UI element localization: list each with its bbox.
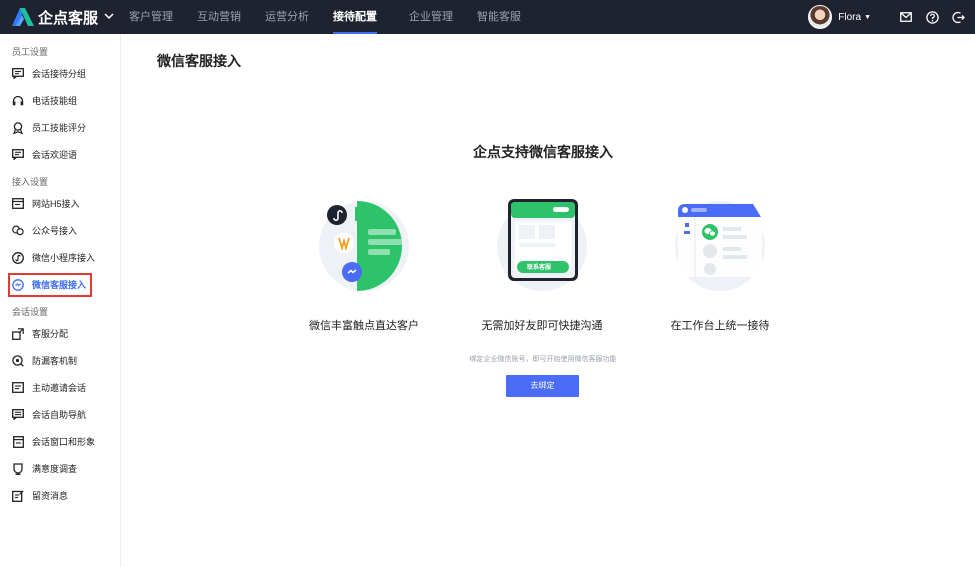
logout-icon[interactable] [951, 10, 965, 24]
assign-icon [12, 327, 24, 340]
feature-label: 在工作台上统一接待 [670, 320, 770, 332]
chat-list-icon [12, 68, 24, 80]
sidebar-item-label: 电话技能组 [32, 96, 78, 106]
bind-hint: 绑定企业微信账号，即可开始使用微信客服功能 [469, 356, 617, 363]
navigation-icon [12, 409, 24, 421]
sidebar-item-assign[interactable]: 客服分配 [0, 320, 120, 347]
sidebar-group-staff: 员工设置 [12, 47, 49, 57]
feature-label: 微信丰富触点直达客户 [309, 320, 419, 332]
brand-logo-icon [12, 8, 34, 26]
sidebar: 员工设置 会话接待分组 电话技能组 员工技能评分 会话欢迎语 接入设置 网站H5… [0, 34, 121, 567]
sidebar-item-label: 微信小程序接入 [32, 253, 96, 263]
nav-item-marketing[interactable]: 互动营销 [197, 0, 241, 34]
sidebar-item-lead-msg[interactable]: 留资消息 [0, 482, 120, 509]
sidebar-item-mini-program[interactable]: 微信小程序接入 [0, 244, 120, 271]
sidebar-item-label: 客服分配 [32, 329, 69, 339]
sidebar-item-label: 员工技能评分 [32, 123, 87, 133]
user-name[interactable]: Flora [838, 12, 861, 23]
sidebar-item-chat-groups[interactable]: 会话接待分组 [0, 60, 120, 87]
avatar[interactable] [808, 5, 833, 29]
sidebar-item-anti-leak[interactable]: 防漏客机制 [0, 347, 120, 374]
sidebar-group-access: 接入设置 [12, 177, 49, 187]
badge-icon [12, 121, 24, 134]
help-icon[interactable] [925, 10, 939, 24]
sidebar-item-self-nav[interactable]: 会话自助导航 [0, 401, 120, 428]
chevron-down-icon [104, 11, 114, 23]
nav-item-analytics[interactable]: 运营分析 [265, 0, 309, 34]
official-account-icon [12, 225, 24, 237]
sidebar-item-label: 留资消息 [32, 491, 69, 501]
brand-name: 企点客服 [38, 9, 99, 27]
sidebar-item-wechat-service[interactable]: 微信客服接入 [0, 271, 120, 298]
anti-leak-icon [12, 354, 24, 367]
mail-icon[interactable] [899, 10, 913, 24]
nav-item-customers[interactable]: 客户管理 [129, 0, 173, 34]
contact-service-chip: 联系客服 [527, 265, 552, 271]
phone-illustration: 联系客服 [495, 199, 589, 293]
sidebar-item-invite[interactable]: 主动邀请会话 [0, 374, 120, 401]
sidebar-item-label: 满意度调查 [32, 464, 78, 474]
top-navigation-bar: 企点客服 客户管理 互动营销 运营分析 接待配置 企业管理 智能客服 Flora… [0, 0, 975, 34]
message-icon [12, 149, 24, 161]
feature-workbench: 在工作台上统一接待 [640, 199, 800, 333]
sidebar-item-phone-skill[interactable]: 电话技能组 [0, 87, 120, 114]
sidebar-item-survey[interactable]: 满意度调查 [0, 455, 120, 482]
chat-window-icon [12, 435, 24, 448]
user-area: Flora ▼ [808, 0, 965, 34]
active-highlight-box [8, 272, 92, 297]
feature-no-friend: 联系客服 无需加好友即可快捷沟通 [462, 199, 622, 333]
nav-item-reception-config[interactable]: 接待配置 [333, 0, 377, 34]
page-title: 微信客服接入 [157, 53, 241, 69]
hero-title: 企点支持微信客服接入 [473, 144, 613, 160]
sidebar-item-label: 网站H5接入 [32, 199, 80, 209]
sidebar-item-label: 防漏客机制 [32, 356, 78, 366]
sidebar-item-label: 会话接待分组 [32, 69, 87, 79]
lead-form-icon [12, 489, 24, 502]
mini-program-icon [12, 251, 24, 264]
invite-icon [12, 382, 24, 394]
nav-item-smart-service[interactable]: 智能客服 [477, 0, 521, 34]
feature-label: 无需加好友即可快捷沟通 [481, 320, 603, 332]
window-icon [12, 198, 24, 210]
main-content: 微信客服接入 企点支持微信客服接入 微信丰富触点直达客户 联系客服 无需加好友即… [121, 34, 975, 567]
sidebar-item-skill-rating[interactable]: 员工技能评分 [0, 114, 120, 141]
sidebar-item-label: 公众号接入 [32, 226, 78, 236]
bind-button[interactable]: 去绑定 [506, 375, 579, 397]
survey-icon [12, 462, 24, 475]
headset-icon [12, 95, 24, 107]
workbench-illustration [673, 199, 767, 293]
sidebar-item-website-h5[interactable]: 网站H5接入 [0, 190, 120, 217]
sidebar-item-chat-window[interactable]: 会话窗口和形象 [0, 428, 120, 455]
sidebar-item-label: 主动邀请会话 [32, 383, 87, 393]
sidebar-item-label: 会话窗口和形象 [32, 437, 96, 447]
main-nav: 客户管理 互动营销 运营分析 接待配置 企业管理 智能客服 [129, 0, 545, 34]
nav-item-enterprise[interactable]: 企业管理 [409, 0, 453, 34]
brand-switcher[interactable]: 企点客服 [0, 7, 120, 28]
sidebar-item-official-account[interactable]: 公众号接入 [0, 217, 120, 244]
sidebar-item-welcome-msg[interactable]: 会话欢迎语 [0, 141, 120, 168]
sidebar-group-session: 会话设置 [12, 307, 49, 317]
sidebar-item-label: 会话自助导航 [32, 410, 87, 420]
feature-touchpoints: 微信丰富触点直达客户 [284, 199, 444, 333]
caret-down-icon[interactable]: ▼ [864, 14, 871, 21]
touchpoints-illustration [317, 199, 411, 293]
sidebar-item-label: 会话欢迎语 [32, 150, 78, 160]
